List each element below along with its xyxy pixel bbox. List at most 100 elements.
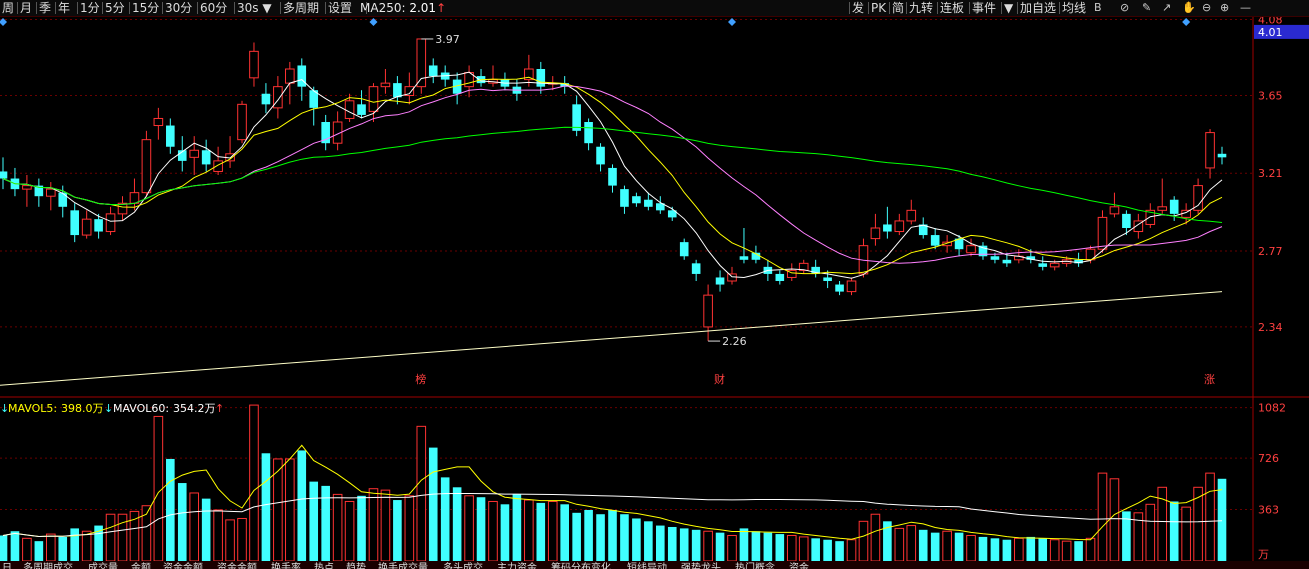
candle-body-up[interactable] [846,280,857,293]
candle-body-up[interactable] [380,82,391,88]
bottom-tab-11[interactable]: 主力资金 [497,561,537,569]
candle-body-up[interactable] [213,160,223,172]
candle-body-up[interactable] [153,117,164,127]
candle-body-down[interactable] [70,210,80,236]
toolbar-item-8[interactable]: 60分 [200,0,227,16]
toolbar-right-item-1[interactable]: PK [871,0,886,16]
candle-body-up[interactable] [1049,262,1060,268]
candle-body-down[interactable] [608,167,617,186]
candle-body-down[interactable] [715,277,725,285]
candle-body-up[interactable] [81,218,92,236]
candle-body-down[interactable] [620,189,629,207]
bottom-tab-3[interactable]: 金额 [131,561,151,569]
candle-body-up[interactable] [344,100,355,119]
minimize-icon[interactable]: — [1240,1,1251,14]
candle-body-down[interactable] [297,65,307,87]
bottom-tab-15[interactable]: 热门概念 [735,561,775,569]
toolbar-item-0[interactable]: 周 [2,0,14,16]
candle-body-down[interactable] [166,125,175,147]
candle-body-down[interactable] [644,199,653,207]
candle-body-up[interactable] [105,213,116,233]
candle-body-down[interactable] [0,171,8,179]
candle-body-up[interactable] [273,86,283,109]
toolbar-item-2[interactable]: 季 [39,0,51,16]
candle-body-up[interactable] [894,220,905,233]
toolbar-right-item-3[interactable]: 九转 [909,0,933,16]
candle-body-down[interactable] [679,242,689,257]
candle-body-up[interactable] [368,86,379,112]
bottom-tab-0[interactable]: 日 [2,561,12,569]
candle-body-down[interactable] [572,104,581,131]
bottom-tab-9[interactable]: 换手成交量 [378,561,428,569]
toolbar-item-1[interactable]: 月 [20,0,32,16]
kline-chart[interactable]: 4.083.653.212.772.344.011082726363万↓MAVO… [0,0,1309,561]
toolbar-item-9[interactable]: 30s ▼ [237,0,272,16]
draw-icon[interactable]: ✎ [1142,1,1151,14]
toolbar-item-7[interactable]: 30分 [165,0,192,16]
candle-body-down[interactable] [1038,263,1048,267]
candle-body-down[interactable] [1002,259,1012,264]
candle-body-down[interactable] [632,196,641,204]
candle-body-down[interactable] [1122,213,1131,228]
toolbar-right-item-0[interactable]: 发 [852,0,864,16]
toolbar-right-item-5[interactable]: 事件 [972,0,996,16]
candle-body-down[interactable] [261,93,271,105]
candle-body-down[interactable] [584,122,593,144]
bottom-tab-5[interactable]: 资金金额 [217,561,257,569]
candle-body-down[interactable] [94,219,103,232]
bottom-tab-14[interactable]: 强势龙头 [681,561,721,569]
clear-icon[interactable]: ⊘ [1120,1,1129,14]
candle-body-up[interactable] [46,188,56,197]
candle-body-down[interactable] [1169,199,1179,214]
bottom-tab-2[interactable]: 成交量 [88,561,118,569]
candle-body-up[interactable] [141,139,152,194]
bottom-tab-10[interactable]: 多头成交 [443,561,483,569]
candle-body-up[interactable] [703,294,713,328]
bottom-tab-16[interactable]: 资金 [789,561,809,569]
toolbar-right-item-6[interactable]: ▼ [1004,0,1013,16]
candle-body-up[interactable] [1097,216,1108,250]
candle-body-down[interactable] [393,83,402,98]
candle-body-down[interactable] [775,273,785,281]
candle-body-up[interactable] [22,185,32,190]
candle-body-up[interactable] [1205,132,1215,169]
candle-body-up[interactable] [285,68,295,84]
candle-body-down[interactable] [58,192,68,207]
candle-body-down[interactable] [930,235,940,246]
hand-icon[interactable]: ✋ [1182,1,1196,14]
bottom-tab-6[interactable]: 换手率 [271,561,301,569]
zoom-out-icon[interactable]: ⊖ [1202,1,1211,14]
bottom-tab-13[interactable]: 短线异动 [627,561,667,569]
toolbar-right-item-7[interactable]: 加自选 [1020,0,1056,16]
candle-body-up[interactable] [870,227,881,240]
zoom-in-icon[interactable]: ⊕ [1220,1,1229,14]
candle-body-up[interactable] [966,245,976,254]
event-marker[interactable]: 涨 [1204,373,1215,386]
toolbar-item-5[interactable]: 5分 [105,0,125,16]
candle-body-down[interactable] [691,263,701,274]
candle-body-up[interactable] [1157,206,1168,211]
candle-body-up[interactable] [249,50,259,79]
candle-body-up[interactable] [416,38,427,88]
candle-body-down[interactable] [739,256,749,260]
candle-body-down[interactable] [835,284,844,292]
toolbar-right-item-2[interactable]: 简 [892,0,904,16]
bottom-tab-4[interactable]: 资金金额 [163,561,203,569]
candle-body-down[interactable] [883,224,892,232]
marker-icon[interactable]: B [1094,1,1102,14]
candle-body-up[interactable] [1109,206,1120,215]
candle-body-down[interactable] [428,65,438,77]
candle-body-up[interactable] [906,209,917,222]
bottom-tab-8[interactable]: 趋势 [346,561,366,569]
line-tool-icon[interactable]: ↗ [1162,1,1171,14]
candle-body-down[interactable] [201,150,211,165]
diamond-marker-icon[interactable] [728,18,737,26]
candle-body-down[interactable] [536,69,546,87]
candle-body-down[interactable] [990,256,1000,260]
diamond-marker-icon[interactable] [1182,18,1191,26]
candle-body-down[interactable] [596,146,605,165]
toolbar-item-4[interactable]: 1分 [80,0,100,16]
event-marker[interactable]: 财 [714,372,725,386]
toolbar-item-11[interactable]: 设置 [328,0,352,16]
candle-body-up[interactable] [189,149,200,158]
